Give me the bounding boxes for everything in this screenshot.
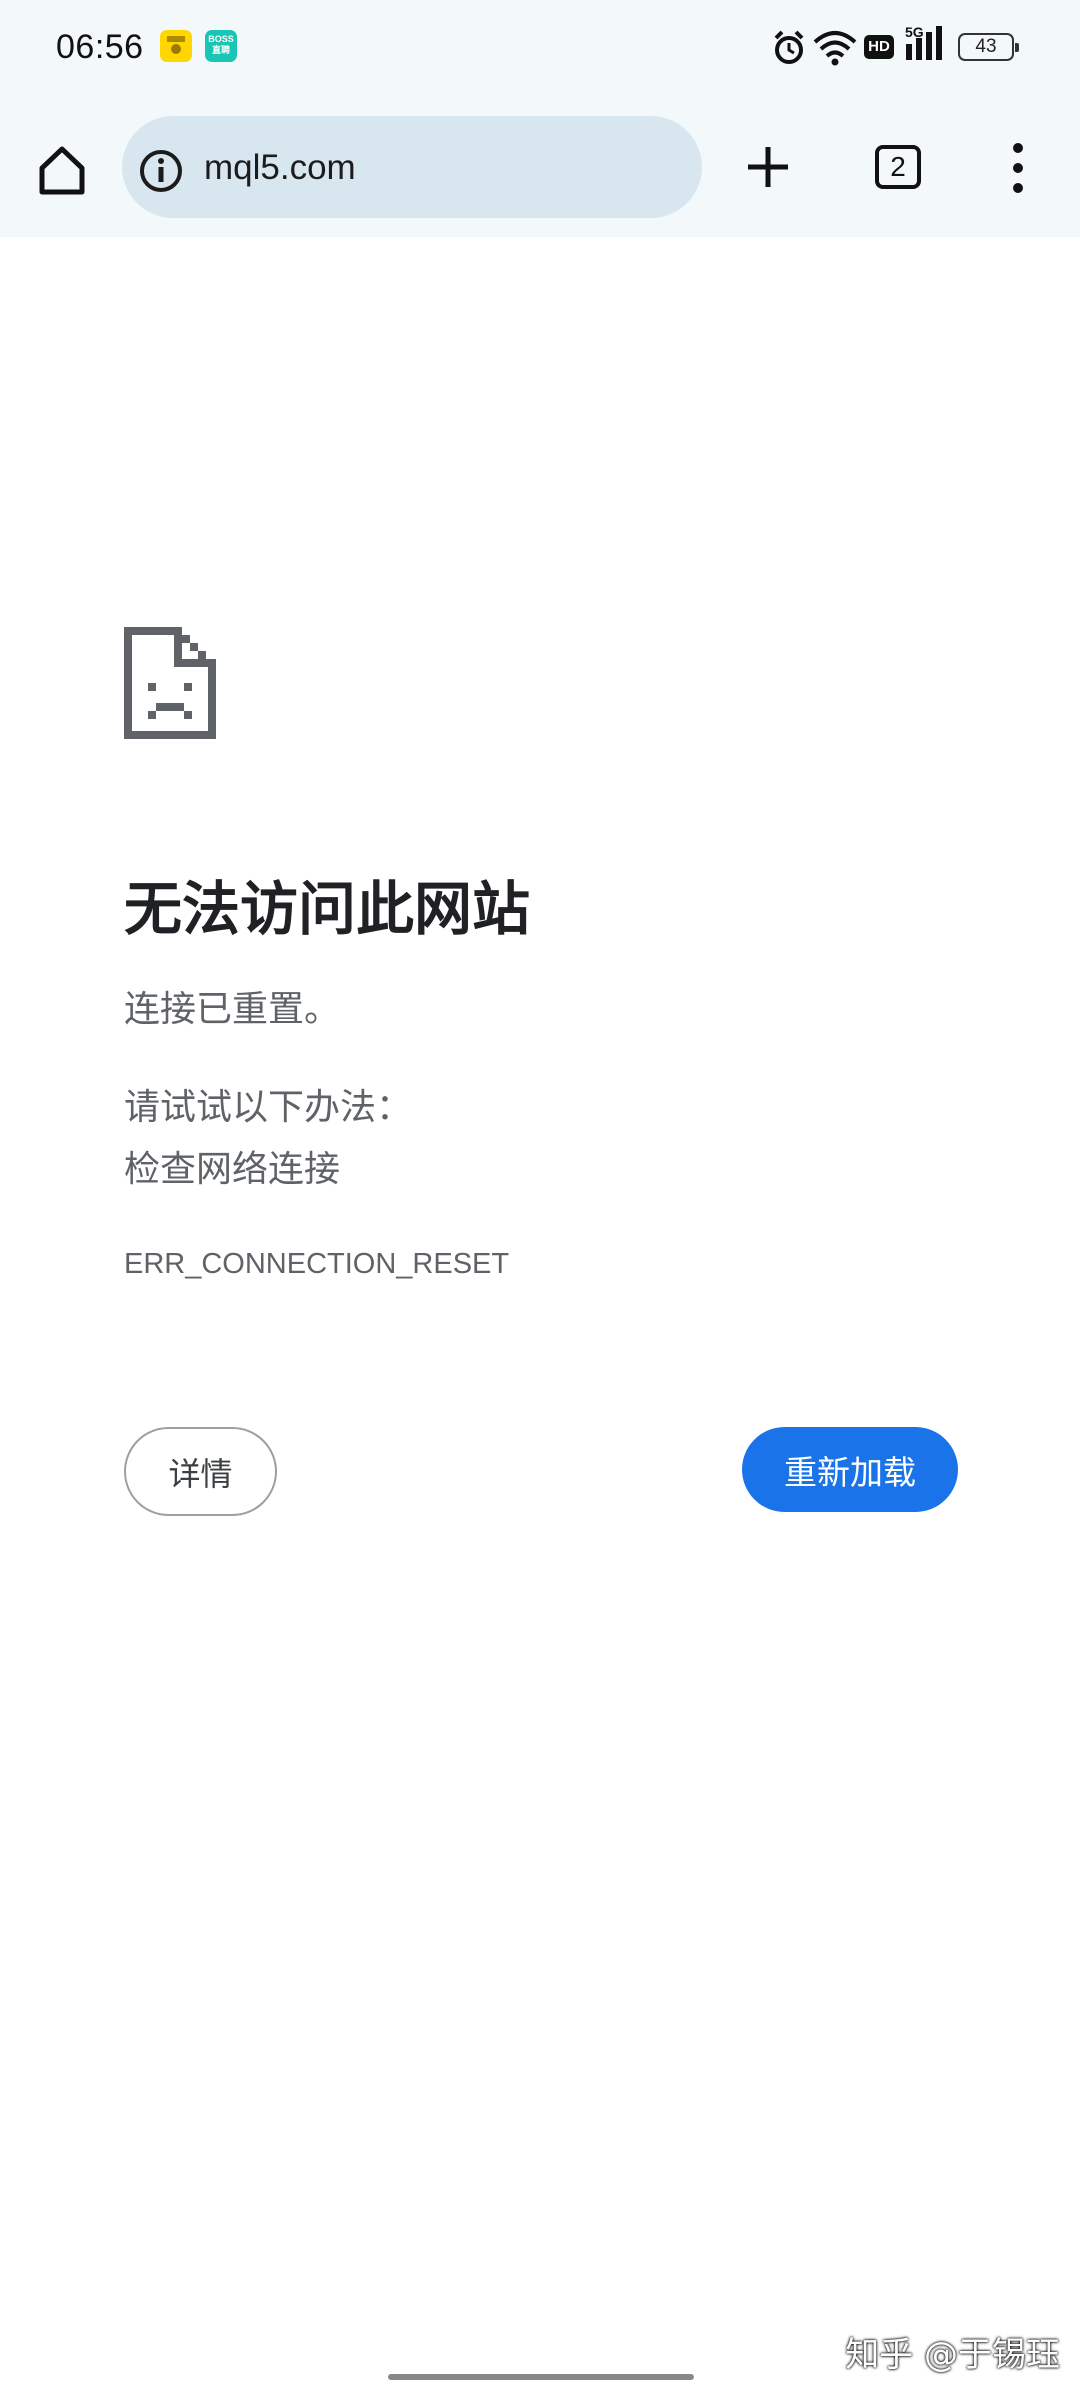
info-icon[interactable]	[138, 148, 184, 194]
gesture-home-indicator[interactable]	[388, 2374, 694, 2380]
overflow-menu-button[interactable]	[1006, 142, 1030, 194]
suggestion-heading: 请试试以下办法：	[124, 1087, 413, 1128]
new-tab-button[interactable]	[744, 143, 792, 191]
hd-icon: HD	[864, 35, 894, 59]
yellow-app-icon	[160, 30, 192, 62]
5g-signal-icon: 5G	[904, 24, 948, 64]
sad-page-icon	[124, 627, 216, 739]
boss-zhipin-icon: BOSS 直聘	[205, 30, 237, 62]
status-time: 06:56	[56, 28, 144, 66]
error-code: ERR_CONNECTION_RESET	[124, 1248, 510, 1280]
tab-switcher-button[interactable]: 2	[875, 145, 921, 189]
plus-icon	[748, 147, 788, 187]
error-title: 无法访问此网站	[124, 875, 531, 943]
details-button[interactable]: 详情	[124, 1427, 277, 1516]
battery-indicator: 43	[958, 33, 1019, 61]
home-icon	[39, 146, 85, 195]
status-bar: 06:56 BOSS 直聘 HD 5G 43	[0, 0, 1080, 100]
more-vertical-icon	[1013, 143, 1023, 193]
watermark: 知乎 @于锡珏	[845, 2335, 1060, 2375]
browser-screen: 06:56 BOSS 直聘 HD 5G 43 mql5.com 2 无法访问此网…	[0, 0, 1080, 2400]
alarm-icon	[774, 30, 804, 64]
home-button[interactable]	[32, 140, 92, 200]
url-text[interactable]: mql5.com	[204, 148, 356, 188]
address-bar[interactable]: mql5.com	[122, 116, 702, 218]
wifi-icon	[813, 31, 857, 66]
browser-toolbar: mql5.com 2	[0, 100, 1080, 237]
error-description: 连接已重置。	[124, 989, 341, 1030]
suggestion-item: 检查网络连接	[124, 1149, 341, 1190]
reload-button[interactable]: 重新加载	[742, 1427, 958, 1512]
